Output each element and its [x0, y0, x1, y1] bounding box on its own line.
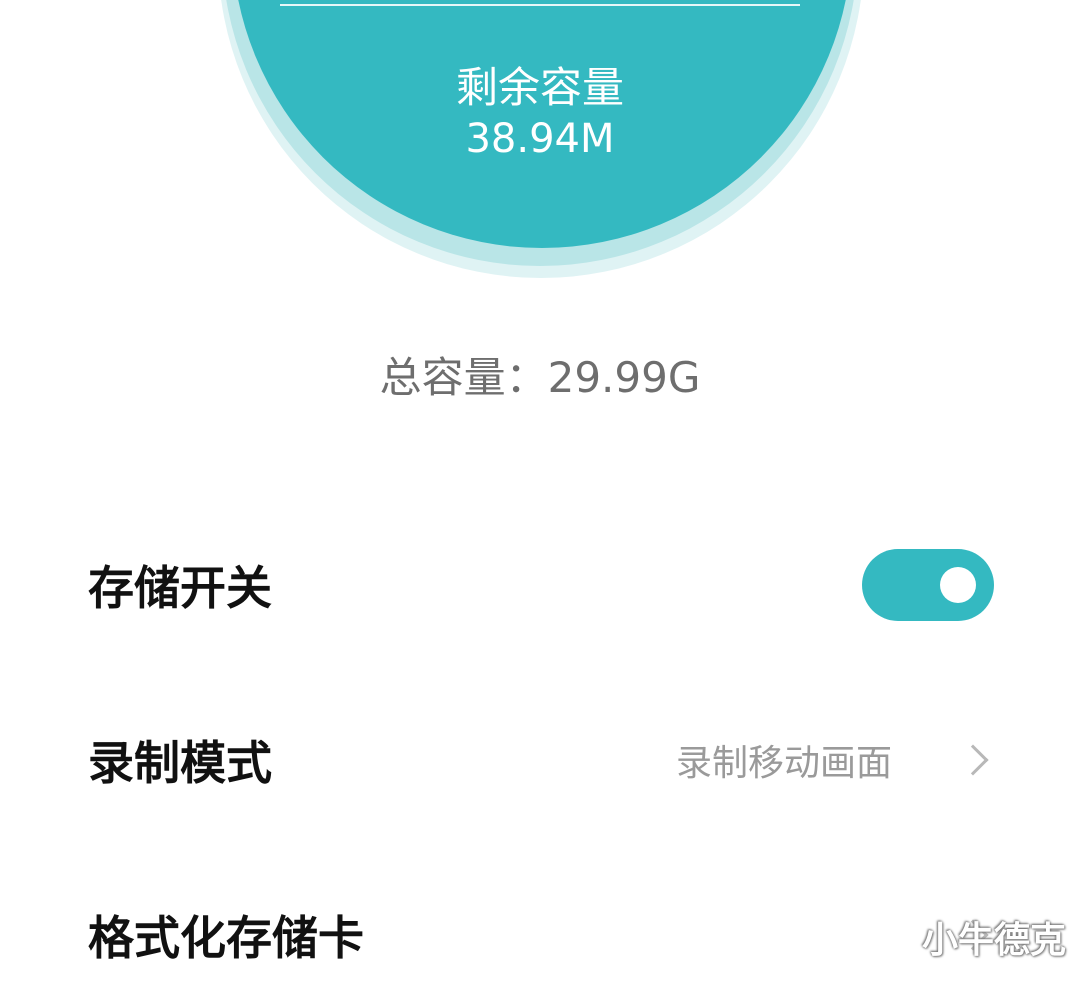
record-mode-value: 录制移动画面 [675, 743, 892, 784]
storage-switch-toggle[interactable] [862, 549, 994, 621]
watermark: 小牛德克 [921, 920, 1066, 961]
storage-settings-screen: 剩余容量 38.94M 总容量：29.99G 存储开关 录制模式 录制移动画面 … [0, 0, 1080, 985]
storage-switch-label: 存储开关 [88, 561, 272, 615]
total-capacity: 总容量：29.99G [379, 353, 701, 402]
format-card-label: 格式化存储卡 [88, 911, 364, 965]
record-mode-row[interactable]: 录制模式 录制移动画面 [0, 700, 1080, 820]
toggle-knob [940, 567, 976, 603]
storage-switch-row[interactable]: 存储开关 [0, 525, 1080, 645]
remaining-capacity-value: 38.94M [465, 116, 615, 162]
chevron-right-icon [957, 744, 989, 776]
gauge-divider [280, 4, 800, 6]
record-mode-label: 录制模式 [88, 736, 272, 790]
format-card-row[interactable]: 格式化存储卡 [0, 875, 1080, 985]
remaining-capacity-label: 剩余容量 [455, 63, 624, 112]
